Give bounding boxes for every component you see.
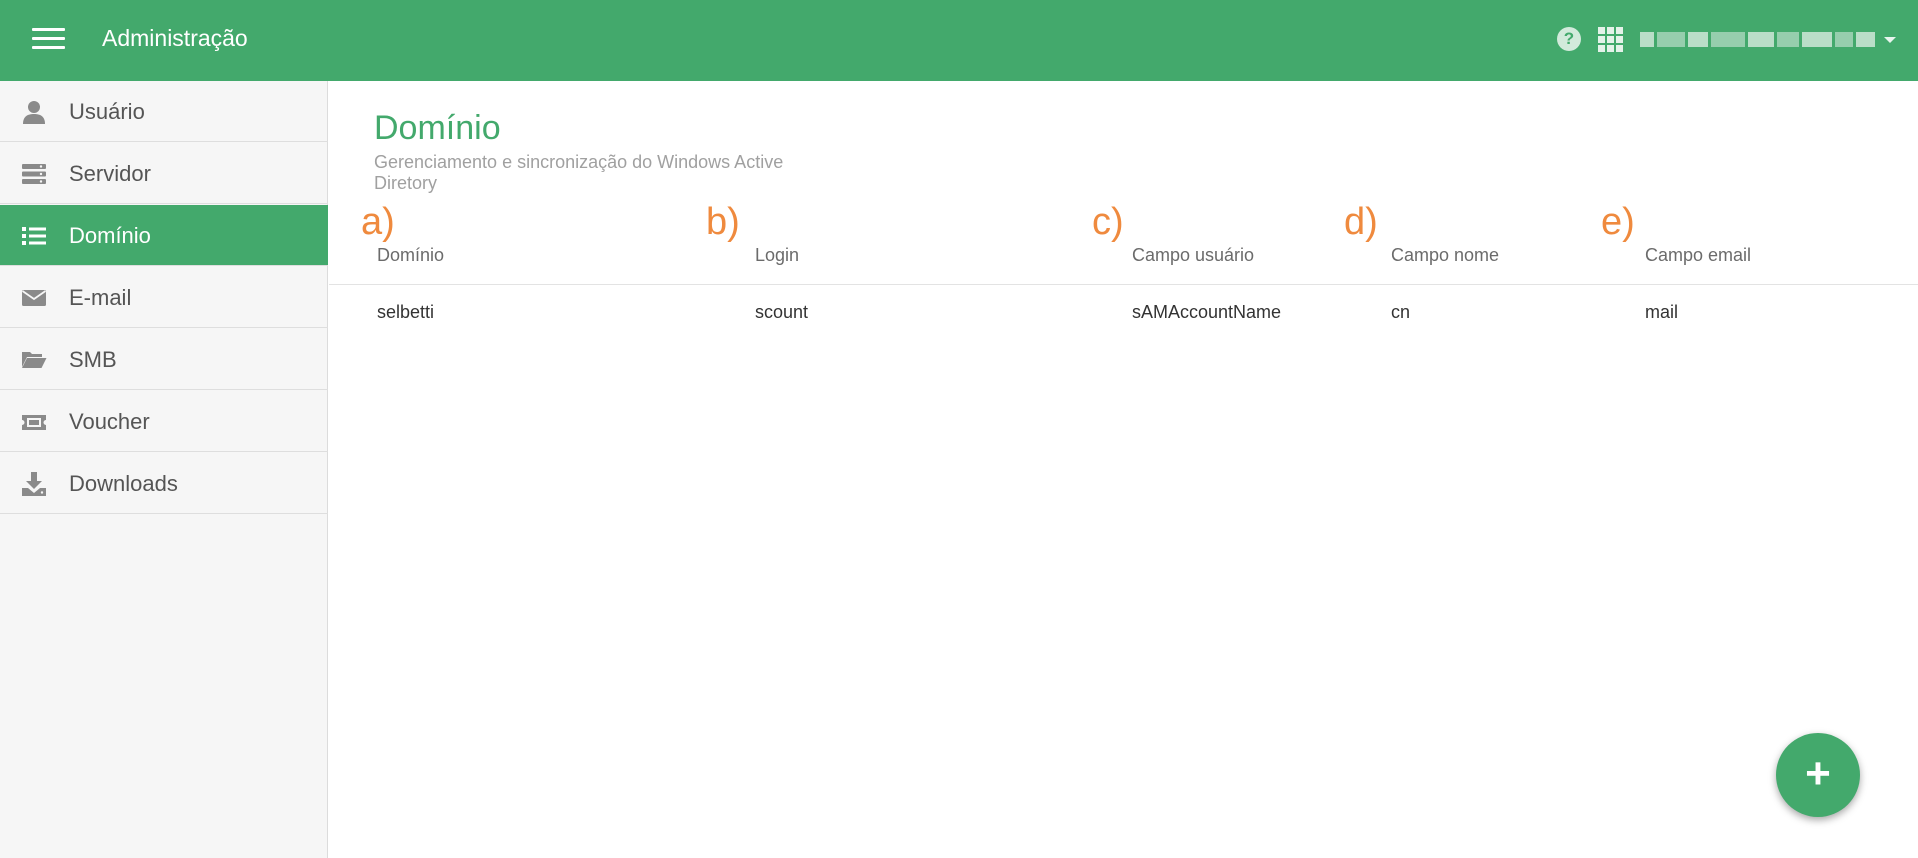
annotation-label-c: c) (1092, 201, 1124, 243)
sidebar-item-dominio[interactable]: Domínio (0, 205, 328, 266)
sidebar-item-smb[interactable]: SMB (0, 329, 328, 390)
table-cell-campo-usuario: sAMAccountName (1132, 302, 1282, 322)
sidebar-item-servidor[interactable]: Servidor (0, 143, 328, 204)
table-cell-campo-email: mail (1645, 302, 1679, 322)
table-cell-dominio: selbetti (377, 302, 435, 322)
plus-icon: + (1805, 749, 1831, 798)
sidebar-nav: Usuário Servidor Domínio E-mail SMB Vouc… (0, 81, 328, 858)
list-icon (22, 227, 46, 245)
folder-open-icon (22, 352, 47, 368)
column-header-campo-nome[interactable]: Campo nome (1391, 245, 1499, 266)
ticket-icon (22, 415, 46, 430)
table-cell-login: scount (755, 302, 809, 322)
sidebar-item-label: E-mail (69, 285, 132, 310)
sidebar-item-label: Domínio (69, 223, 151, 248)
server-icon (22, 164, 46, 184)
sidebar-item-usuario[interactable]: Usuário (0, 81, 328, 142)
main-content: Domínio Gerenciamento e sincronização do… (329, 81, 1918, 858)
sidebar-item-label: SMB (69, 347, 117, 372)
annotation-label-d: d) (1344, 201, 1378, 243)
sidebar-item-label: Usuário (69, 99, 145, 124)
user-account-menu[interactable] (1640, 29, 1896, 51)
column-header-campo-usuario[interactable]: Campo usuário (1132, 245, 1254, 266)
sidebar-item-label: Downloads (69, 471, 178, 496)
sidebar-item-downloads[interactable]: Downloads (0, 453, 328, 514)
help-circle-icon[interactable]: ? (1557, 27, 1581, 51)
page-title: Domínio (374, 109, 501, 147)
column-header-dominio[interactable]: Domínio (377, 245, 444, 266)
sidebar-item-label: Voucher (69, 409, 150, 434)
sidebar-item-voucher[interactable]: Voucher (0, 391, 328, 452)
column-header-campo-email[interactable]: Campo email (1645, 245, 1751, 266)
annotation-label-b: b) (706, 201, 740, 243)
top-app-bar: Administração ? (0, 0, 1918, 81)
download-icon (22, 472, 46, 496)
annotation-label-a: a) (361, 201, 395, 243)
user-icon (23, 101, 45, 124)
app-title: Administração (102, 25, 248, 51)
annotation-label-e: e) (1601, 201, 1635, 243)
table-row[interactable]: selbetti scount sAMAccountName cn mail (329, 285, 1918, 339)
caret-down-icon (1884, 37, 1896, 43)
sidebar-item-label: Servidor (69, 161, 151, 186)
envelope-icon (21, 290, 47, 306)
page-subtitle: Gerenciamento e sincronização do Windows… (374, 152, 784, 193)
sidebar-item-email[interactable]: E-mail (0, 267, 328, 328)
hamburger-menu-icon[interactable] (32, 28, 65, 50)
column-header-login[interactable]: Login (755, 245, 799, 266)
apps-grid-icon[interactable] (1598, 27, 1624, 53)
add-domain-button[interactable]: + (1776, 733, 1860, 817)
redacted-username (1640, 32, 1875, 47)
table-cell-campo-nome: cn (1391, 302, 1411, 322)
